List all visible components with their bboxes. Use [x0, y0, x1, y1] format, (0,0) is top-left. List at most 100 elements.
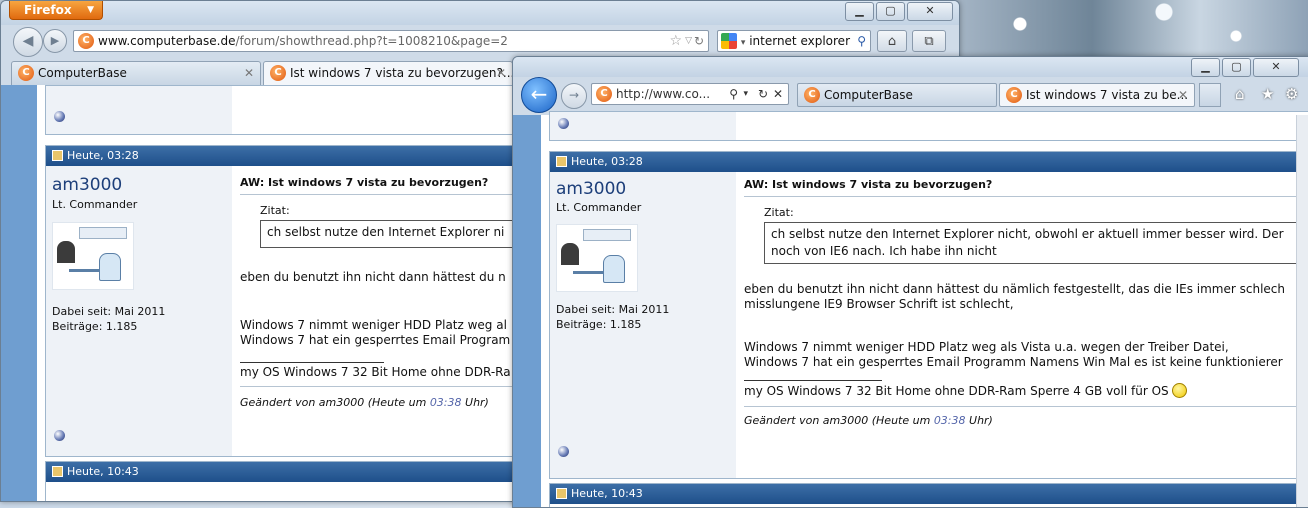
firefox-window-controls: ▁ ▢ ✕: [845, 2, 953, 21]
tools-gear-icon[interactable]: ⚙: [1285, 85, 1298, 103]
quote-label: Zitat:: [764, 206, 794, 219]
search-icon[interactable]: ⚲: [857, 31, 866, 51]
post-text-line: Windows 7 nimmt weniger HDD Platz weg al: [240, 318, 507, 332]
new-tab-button[interactable]: [1199, 83, 1221, 107]
maximize-button[interactable]: ▢: [876, 2, 905, 21]
post-userbox: am3000 Lt. Commander Dabei seit: Mai 201…: [550, 172, 736, 478]
page-left-border: [1, 85, 37, 501]
signature-wrap: my OS Windows 7 32 Bit Home ohne DDR-Ram…: [744, 383, 1188, 399]
ie-navbar: ← → Chttp://www.co... ⚲ ▾ ↻ ✕ C ComputerB…: [513, 75, 1308, 115]
tab-label: ComputerBase: [824, 88, 913, 102]
edited-prefix: Geändert von am3000 (Heute um: [744, 414, 934, 427]
favorites-icon[interactable]: ★: [1261, 85, 1274, 103]
edited-note: Geändert von am3000 (Heute um 03:38 Uhr): [744, 414, 993, 427]
google-icon: [721, 32, 737, 49]
username[interactable]: am3000: [52, 175, 122, 195]
user-avatar: [556, 224, 638, 292]
vertical-scrollbar[interactable]: [1296, 115, 1308, 507]
desktop-background: [948, 0, 1308, 60]
home-icon[interactable]: ⌂: [1235, 85, 1245, 103]
signature: my OS Windows 7 32 Bit Home ohne DDR-Ram…: [744, 384, 1169, 398]
back-icon[interactable]: ←: [521, 77, 557, 113]
forum-post: Heute, 03:28 am3000 Lt. Commander Dabei …: [45, 145, 570, 457]
chevron-down-icon: ▼: [87, 5, 94, 15]
tab-thread[interactable]: C Ist windows 7 vista zu bevorzugen?... ✕: [263, 61, 513, 85]
addon-icon[interactable]: ⧉: [912, 30, 946, 52]
back-icon[interactable]: ◀: [13, 27, 43, 57]
search-text: internet explorer: [749, 34, 850, 48]
post-title: AW: Ist windows 7 vista zu bevorzugen?: [240, 176, 489, 189]
forum-post: Heute, 10:43: [549, 483, 1308, 507]
tab-label: Ist windows 7 vista zu be...: [1026, 88, 1189, 102]
minimize-button[interactable]: ▁: [845, 2, 874, 21]
firefox-search-field[interactable]: ▾ internet explorer ⚲: [717, 30, 871, 52]
forum-post: Heute, 10:43: [45, 461, 567, 501]
bookmark-star-icon[interactable]: ☆: [669, 31, 682, 51]
user-rank: Lt. Commander: [556, 201, 642, 214]
user-rank: Lt. Commander: [52, 198, 138, 211]
edited-prefix: Geändert von am3000 (Heute um: [240, 396, 430, 409]
reload-icon[interactable]: ↻: [758, 84, 768, 104]
post-header: Heute, 03:28: [550, 152, 1308, 172]
forward-icon[interactable]: ▶: [43, 29, 67, 53]
close-button[interactable]: ✕: [907, 2, 953, 21]
computerbase-favicon-icon: C: [1006, 86, 1022, 103]
signature-divider: [744, 380, 882, 381]
post-text-line: Windows 7 hat ein gesperrtes Email Progr…: [240, 333, 511, 347]
tab-label: ComputerBase: [38, 66, 127, 80]
computerbase-favicon-icon: C: [78, 32, 94, 49]
post-header: Heute, 10:43: [46, 462, 566, 482]
user-post-count: Beiträge: 1.185: [52, 320, 138, 333]
quote-text-line: noch von IE6 nach. Ich habe ihn nicht: [771, 244, 997, 258]
previous-post-footer: [549, 111, 1308, 141]
search-engine-dropdown-icon[interactable]: ▾: [741, 38, 746, 48]
close-icon[interactable]: ✕: [496, 62, 506, 84]
close-icon[interactable]: ✕: [1178, 84, 1188, 106]
post-icon: [556, 487, 567, 499]
post-text-line: eben du benutzt ihn nicht dann hättest d…: [240, 270, 506, 284]
address-dropdown-icon[interactable]: ▾: [743, 84, 748, 104]
user-avatar: [52, 222, 134, 290]
forward-icon[interactable]: →: [561, 83, 587, 109]
edited-time: 03:38: [933, 414, 966, 427]
post-title: AW: Ist windows 7 vista zu bevorzugen?: [744, 178, 993, 191]
post-header: Heute, 10:43: [550, 484, 1308, 504]
ie-tab-computerbase[interactable]: C ComputerBase: [797, 83, 997, 107]
computerbase-favicon-icon: C: [18, 64, 34, 81]
home-icon[interactable]: ⌂: [877, 30, 907, 52]
post-userbox: am3000 Lt. Commander Dabei seit: Mai 201…: [46, 166, 232, 456]
ie-address-field[interactable]: Chttp://www.co... ⚲ ▾ ↻ ✕: [591, 83, 789, 105]
ie-tab-thread[interactable]: C Ist windows 7 vista zu be... ✕: [999, 83, 1195, 107]
tab-computerbase[interactable]: C ComputerBase ✕: [11, 61, 261, 85]
edited-note: Geändert von am3000 (Heute um 03:38 Uhr): [240, 396, 489, 409]
forum-post: Heute, 03:28 am3000 Lt. Commander Dabei …: [549, 151, 1308, 479]
post-date: Heute, 10:43: [571, 487, 643, 500]
post-text-line: Windows 7 hat ein gesperrtes Email Progr…: [744, 355, 1283, 369]
computerbase-favicon-icon: C: [596, 85, 612, 102]
url-host: www.computerbase.de: [98, 34, 236, 48]
user-joined: Dabei seit: Mai 2011: [556, 303, 670, 316]
firefox-menu-button[interactable]: Firefox ▼: [9, 1, 103, 20]
ie-url-text: http://www.co...: [616, 87, 711, 101]
ie-window: ▁ ▢ ✕ ← → Chttp://www.co... ⚲ ▾ ↻ ✕ C Com…: [512, 56, 1308, 508]
post-text-line: misslungene IE9 Browser Schrift ist schl…: [744, 297, 1014, 311]
firefox-navbar: ◀ ▶ Cwww.computerbase.de/forum/showthrea…: [1, 25, 959, 59]
user-status-icon: [558, 118, 569, 129]
stop-icon[interactable]: ✕: [773, 84, 783, 104]
username[interactable]: am3000: [556, 179, 626, 199]
computerbase-favicon-icon: C: [270, 64, 286, 81]
user-joined: Dabei seit: Mai 2011: [52, 305, 166, 318]
previous-post-userbox: [550, 112, 736, 140]
post-text-line: eben du benutzt ihn nicht dann hättest d…: [744, 282, 1285, 296]
computerbase-favicon-icon: C: [804, 86, 820, 103]
user-status-icon: [54, 430, 65, 441]
search-icon[interactable]: ⚲: [729, 84, 738, 104]
url-path: /forum/showthread.php?t=1008210&page=2: [235, 34, 508, 48]
reload-icon[interactable]: ↻: [694, 31, 704, 51]
firefox-url-field[interactable]: Cwww.computerbase.de/forum/showthread.ph…: [73, 30, 709, 52]
history-dropdown-icon[interactable]: ▽: [685, 31, 692, 51]
user-post-count: Beiträge: 1.185: [556, 318, 642, 331]
user-status-icon: [558, 446, 569, 457]
firefox-menu-label: Firefox: [24, 3, 72, 17]
close-icon[interactable]: ✕: [244, 62, 254, 84]
